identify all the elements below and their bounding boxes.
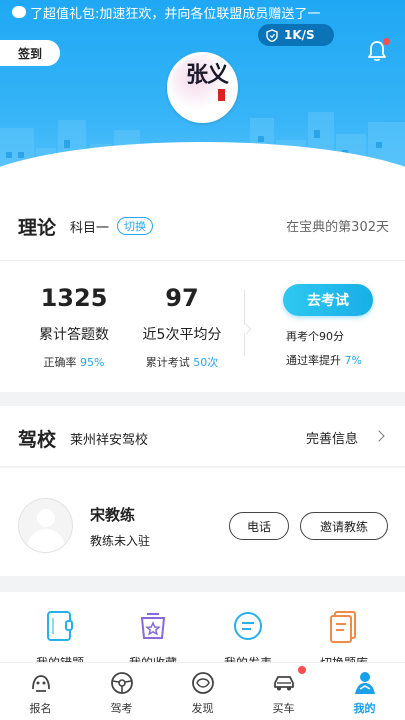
wrong-book-icon bbox=[47, 611, 73, 641]
coach-status: 教练未入驻 bbox=[90, 534, 151, 548]
tip-value: 7% bbox=[344, 354, 362, 367]
tool-label: 我的收藏 bbox=[113, 654, 193, 662]
nav-label: 发现 bbox=[191, 702, 214, 715]
stat-sub-value: 95% bbox=[80, 356, 105, 369]
signup-icon bbox=[31, 675, 50, 692]
stat-sub: 正确率 95% bbox=[14, 354, 134, 370]
net-speed-text: 1K/S bbox=[284, 28, 315, 42]
buy-car-badge-dot bbox=[298, 666, 306, 674]
switch-bank-icon bbox=[330, 611, 356, 643]
complete-info-link[interactable]: 完善信息 bbox=[306, 428, 358, 447]
stat-avg-score[interactable]: 97 近5次平均分 累计考试 50次 bbox=[122, 284, 242, 370]
signin-button[interactable]: 签到 bbox=[0, 40, 60, 66]
nav-item-exam[interactable]: 驾考 bbox=[81, 667, 162, 719]
stat-sub-label: 正确率 bbox=[43, 356, 77, 369]
chevron-right-icon bbox=[373, 430, 385, 442]
tool-label: 我的发表 bbox=[208, 654, 288, 662]
stat-label: 累计答题数 bbox=[39, 327, 109, 343]
theory-card: 理论 科目一 切换 在宝典的第302天 1325 累计答题数 正确率 95% 9… bbox=[0, 192, 405, 392]
avatar-seal-stamp bbox=[218, 89, 225, 101]
invite-coach-button[interactable]: 邀请教练 bbox=[300, 512, 388, 540]
notification-bell-button[interactable] bbox=[364, 38, 390, 64]
tool-label: 我的错题 bbox=[20, 654, 100, 662]
subject-label: 科目一 bbox=[70, 220, 110, 236]
tip-label: 通过率提升 bbox=[286, 354, 341, 367]
take-exam-button[interactable]: 去考试 bbox=[283, 284, 373, 316]
nav-label: 驾考 bbox=[110, 702, 133, 715]
nav-item-buy-car[interactable]: 买车 bbox=[243, 667, 324, 719]
stat-sub-label: 累计考试 bbox=[145, 356, 190, 369]
stat-sub: 累计考试 50次 bbox=[122, 354, 242, 370]
tool-label: 切换题库 bbox=[304, 654, 384, 662]
exam-tip-line2: 通过率提升 7% bbox=[286, 352, 362, 368]
call-coach-button[interactable]: 电话 bbox=[229, 512, 289, 540]
net-speed-badge: 1K/S bbox=[258, 24, 334, 46]
exam-tip-line1: 再考个90分 bbox=[286, 330, 344, 343]
nav-item-signup[interactable]: 报名 bbox=[0, 667, 81, 719]
stat-value: 97 bbox=[165, 284, 199, 312]
comment-icon bbox=[234, 612, 262, 640]
switch-bank-icon[interactable] bbox=[324, 606, 364, 646]
user-avatar[interactable]: 张义 bbox=[167, 52, 238, 123]
coach-avatar bbox=[18, 498, 73, 553]
notification-dot bbox=[383, 38, 390, 45]
school-name: 莱州祥安驾校 bbox=[70, 433, 149, 448]
avatar-head-shape bbox=[37, 509, 55, 527]
comment-icon[interactable] bbox=[228, 606, 268, 646]
stat-label: 近5次平均分 bbox=[142, 327, 222, 343]
divider-arrow bbox=[240, 323, 252, 335]
nav-item-discover[interactable]: 发现 bbox=[162, 667, 243, 719]
nav-label: 买车 bbox=[272, 702, 295, 715]
profile-icon bbox=[354, 672, 375, 694]
avatar-calligraphy: 张义 bbox=[186, 62, 229, 88]
divider bbox=[0, 260, 405, 261]
stat-value: 1325 bbox=[40, 284, 108, 312]
status-bar: 了超值礼包:加速狂欢，并向各位联盟成员赠送了一 bbox=[0, 0, 405, 24]
theory-title: 理论 bbox=[18, 216, 57, 239]
stat-total-answers[interactable]: 1325 累计答题数 正确率 95% bbox=[14, 284, 134, 370]
favorites-icon bbox=[140, 613, 166, 639]
driving-school-row[interactable]: 驾校 莱州祥安驾校 完善信息 bbox=[0, 406, 405, 466]
wrong-book-icon[interactable] bbox=[40, 606, 80, 646]
favorites-icon[interactable] bbox=[133, 606, 173, 646]
username: 张义 bbox=[183, 143, 222, 163]
nav-label: 报名 bbox=[29, 702, 52, 715]
switch-subject-button[interactable]: 切换 bbox=[117, 217, 154, 235]
avatar-body-shape bbox=[27, 529, 65, 552]
coach-name: 宋教练 bbox=[90, 506, 136, 524]
nav-item-profile[interactable]: 我的 bbox=[324, 667, 405, 719]
discover-icon bbox=[191, 672, 214, 694]
nav-label: 我的 bbox=[353, 702, 376, 715]
notification-text: 了超值礼包:加速狂欢，并向各位联盟成员赠送了一 bbox=[30, 6, 321, 22]
steering-wheel-icon bbox=[110, 672, 133, 694]
school-title: 驾校 bbox=[18, 429, 57, 451]
car-icon bbox=[273, 676, 294, 691]
chat-icon bbox=[12, 6, 26, 18]
days-counter: 在宝典的第302天 bbox=[286, 220, 389, 235]
shield-icon bbox=[266, 28, 278, 42]
coach-card: 宋教练 教练未入驻 电话 邀请教练 bbox=[0, 468, 405, 576]
tools-row: 我的错题 我的收藏 我的发表 切换题库 bbox=[0, 592, 405, 662]
stat-sub-value: 50次 bbox=[193, 356, 219, 369]
bottom-nav: 报名 驾考 发现 买车 我的 bbox=[0, 662, 405, 720]
